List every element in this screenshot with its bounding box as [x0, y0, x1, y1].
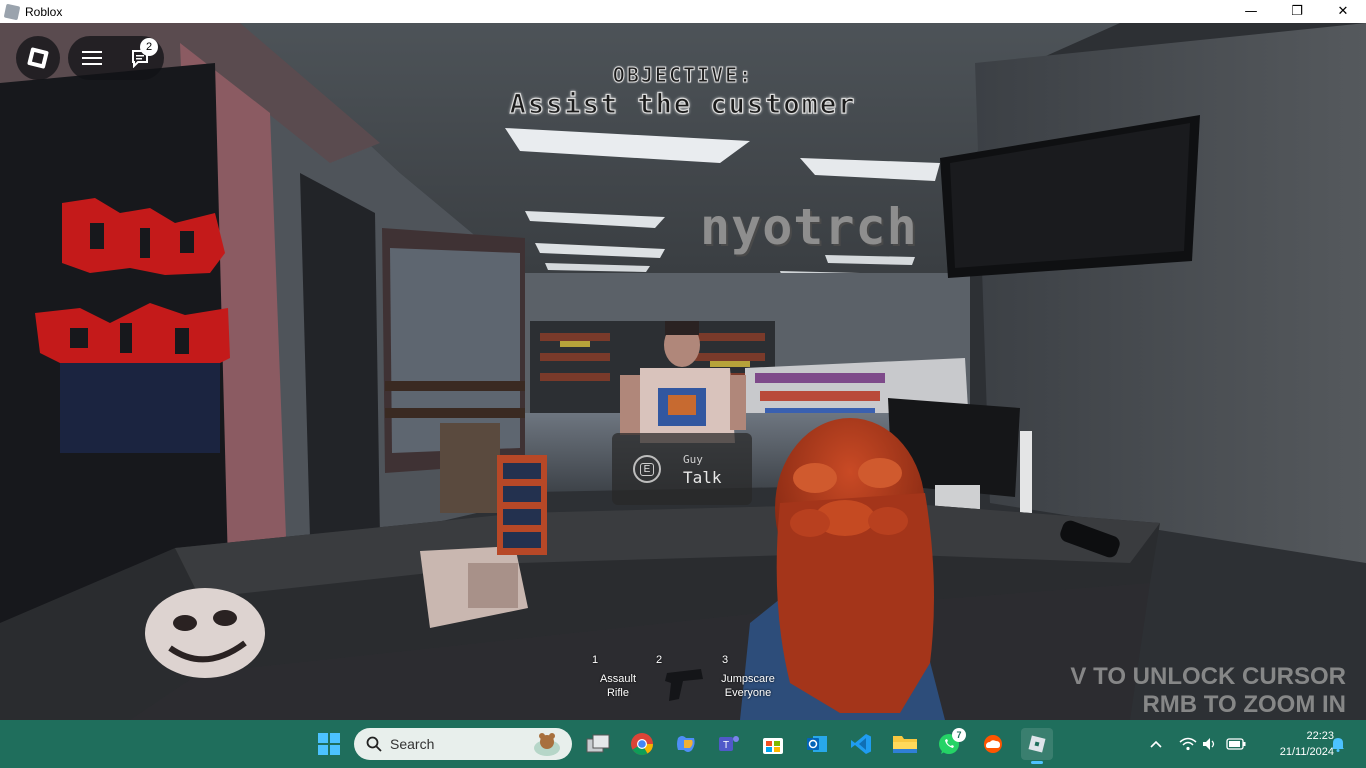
minimize-button[interactable]: —	[1228, 0, 1274, 23]
teams-icon: T	[719, 736, 739, 751]
window-controls: — ❐ ✕	[1228, 0, 1366, 23]
wifi-icon	[1179, 737, 1197, 751]
wifi-button[interactable]	[1176, 720, 1200, 768]
search-highlight-icon	[534, 733, 560, 756]
prompt-object-name: Guy	[683, 453, 703, 466]
task-view-button[interactable]	[582, 728, 614, 760]
whatsapp-badge: 7	[952, 728, 966, 742]
vscode-icon	[851, 734, 871, 754]
chrome-icon	[631, 733, 653, 755]
taskbar-search[interactable]: Search	[354, 728, 572, 760]
file-explorer-button[interactable]	[889, 728, 921, 760]
pistol-icon	[665, 669, 703, 701]
store-icon	[763, 738, 783, 754]
svg-text:T: T	[723, 740, 729, 751]
close-button[interactable]: ✕	[1320, 0, 1366, 23]
store-button[interactable]	[757, 728, 789, 760]
hotbar-slot-label: Jumpscare Everyone	[717, 672, 779, 700]
hotbar-slot-jumpscare[interactable]: 3 Jumpscare Everyone	[717, 651, 779, 713]
hotbar-slot-label: Assault Rifle	[587, 672, 649, 700]
file-explorer-icon	[893, 736, 917, 753]
chevron-up-icon	[1150, 740, 1162, 748]
active-indicator	[1031, 761, 1043, 764]
hotbar-slot-number: 3	[722, 654, 729, 666]
game-scene	[0, 23, 1366, 720]
window-title-bar: Roblox — ❐ ✕	[0, 0, 1366, 23]
roblox-icon	[1028, 735, 1046, 753]
start-icon	[318, 733, 340, 755]
battery-icon	[1226, 738, 1246, 750]
zoom-hint: RMB TO ZOOM IN	[1142, 691, 1346, 718]
bell-icon	[1332, 738, 1344, 752]
soundcloud-button[interactable]	[977, 728, 1009, 760]
roblox-app-icon	[3, 3, 21, 20]
copilot-icon	[677, 736, 695, 752]
outlook-icon	[807, 736, 827, 752]
show-hidden-icons-button[interactable]	[1146, 720, 1166, 768]
objective-heading: OBJECTIVE:	[612, 63, 754, 88]
start-button[interactable]	[313, 728, 345, 760]
vscode-button[interactable]	[845, 728, 877, 760]
search-placeholder: Search	[390, 736, 435, 752]
soundcloud-icon	[984, 735, 1002, 753]
task-view-icon	[586, 734, 610, 753]
window-title: Roblox	[25, 4, 63, 19]
taskbar-clock[interactable]: 22:23 21/11/2024	[1250, 728, 1334, 760]
hotbar-slot-pistol[interactable]: 2	[651, 651, 713, 713]
prompt-key: E	[639, 462, 655, 476]
hotbar-label-line: Jumpscare	[721, 673, 775, 685]
hotbar-slot-number: 1	[592, 654, 599, 666]
wall-sign-text: nyotrch	[700, 198, 918, 256]
objective-text: Assist the customer	[509, 88, 857, 120]
hotbar-label-line: Rifle	[606, 687, 629, 699]
prompt-key-icon: E	[633, 455, 661, 483]
copilot-button[interactable]	[670, 728, 702, 760]
battery-button[interactable]	[1224, 720, 1248, 768]
roblox-taskbar-button[interactable]	[1021, 728, 1053, 764]
talk-prompt[interactable]: E Guy Talk	[612, 433, 752, 505]
notifications-button[interactable]	[1328, 720, 1348, 768]
teams-button[interactable]: T	[713, 728, 745, 760]
windows-taskbar: Search T 7 22:23 21/11/2024	[0, 720, 1366, 768]
hotbar-label-line: Everyone	[724, 687, 772, 699]
chrome-button[interactable]	[626, 728, 658, 760]
maximize-button[interactable]: ❐	[1274, 0, 1320, 23]
unlock-cursor-hint: V TO UNLOCK CURSOR	[1070, 663, 1346, 690]
game-viewport[interactable]: 2 OBJECTIVE: Assist the customer nyotrch…	[0, 23, 1366, 720]
clock-time: 22:23	[1306, 730, 1334, 742]
hotbar-label-line: Assault	[599, 673, 637, 685]
search-icon	[366, 736, 382, 752]
volume-button[interactable]	[1200, 720, 1220, 768]
clock-date: 21/11/2024	[1279, 746, 1334, 758]
prompt-action: Talk	[683, 468, 722, 487]
speaker-icon	[1203, 738, 1215, 750]
outlook-button[interactable]	[801, 728, 833, 760]
hotbar-slot-assault-rifle[interactable]: 1 Assault Rifle	[587, 651, 649, 713]
chat-notification-badge: 2	[140, 38, 158, 56]
